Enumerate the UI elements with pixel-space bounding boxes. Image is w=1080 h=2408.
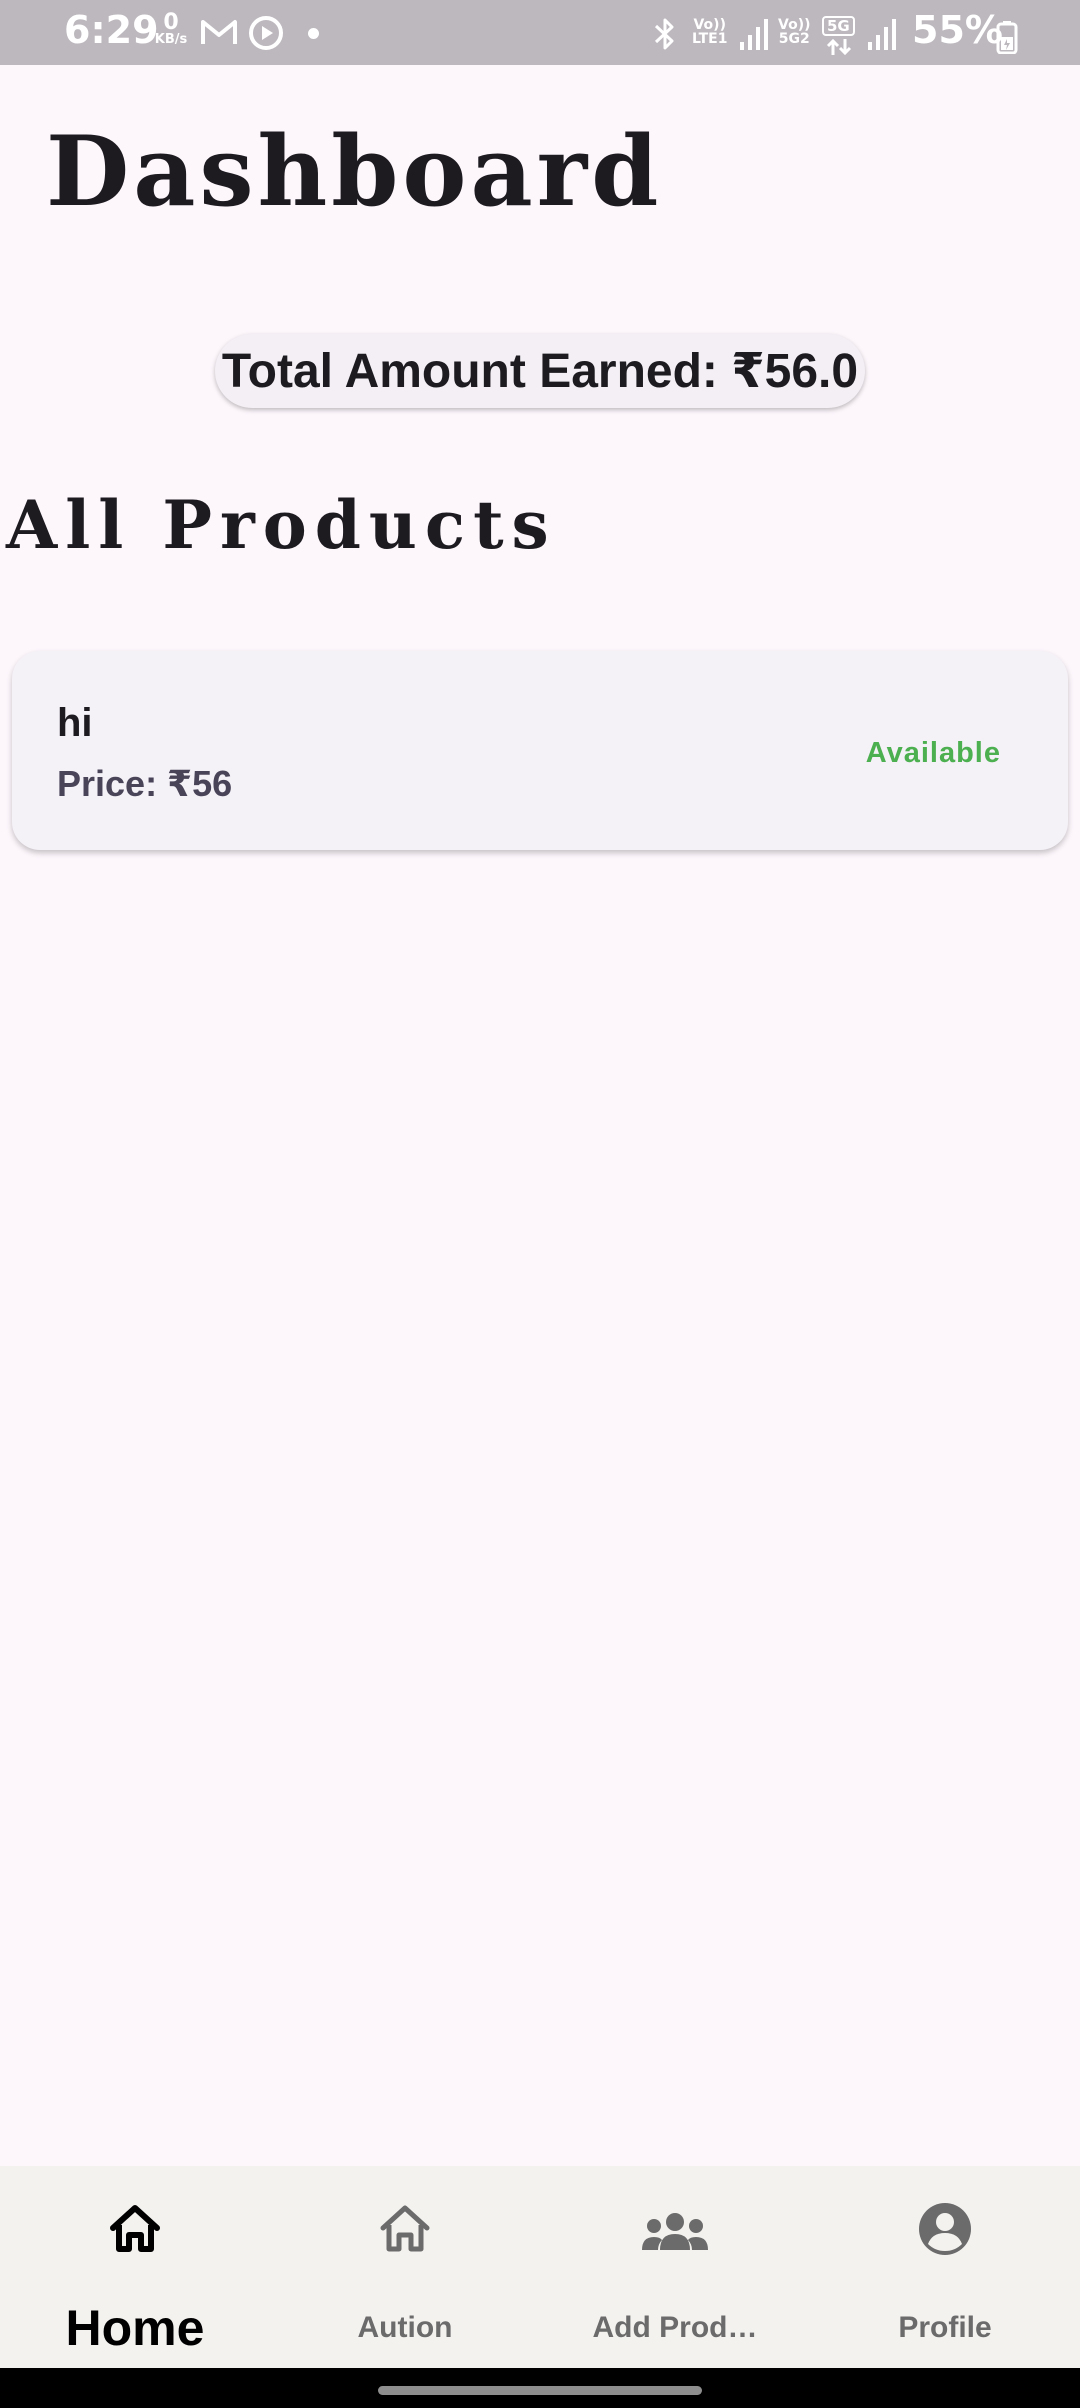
nav-label-profile: Profile	[898, 2311, 992, 2344]
battery-icon	[996, 21, 1018, 54]
nav-item-profile[interactable]: Profile	[810, 2166, 1080, 2368]
notification-dot-icon	[308, 28, 319, 39]
signal-icon	[740, 19, 768, 50]
network-type-badge: 5G	[822, 16, 855, 36]
media-icon	[249, 16, 283, 50]
product-status-badge: Available	[865, 737, 1001, 769]
battery-percentage: 55%	[912, 8, 1003, 52]
gmail-icon	[201, 20, 237, 44]
home-icon	[110, 2205, 160, 2252]
nav-label-aution: Aution	[357, 2311, 453, 2344]
data-arrows-icon	[826, 38, 852, 56]
nav-label-home: Home	[65, 2300, 205, 2356]
account-circle-icon	[919, 2203, 971, 2255]
home-outline-icon	[380, 2205, 430, 2252]
page-title: Dashboard	[46, 115, 663, 228]
product-card[interactable]: hi Price: ₹56 Available	[12, 651, 1068, 850]
system-navigation-bar	[0, 2368, 1080, 2408]
nav-label-add-product: Add Prod…	[592, 2311, 758, 2344]
nav-item-aution[interactable]: Aution	[270, 2166, 540, 2368]
status-bar: 6:29 0 KB/s Vo)) LTE1 Vo)) 5G2 5G 55%	[0, 0, 1080, 65]
nav-item-add-product[interactable]: Add Prod…	[540, 2166, 810, 2368]
signal-icon-2	[868, 19, 896, 50]
product-name: hi	[57, 701, 93, 745]
product-price: Price: ₹56	[57, 763, 233, 804]
bottom-navigation: Home Aution Add Prod… Profile	[0, 2166, 1080, 2368]
home-gesture-indicator[interactable]	[378, 2386, 702, 2395]
network-speed: 0 KB/s	[154, 10, 188, 48]
groups-icon	[642, 2213, 708, 2250]
section-title-all-products: All Products	[6, 486, 557, 564]
status-time: 6:29	[64, 8, 159, 52]
total-earned-chip: Total Amount Earned: ₹56.0	[215, 334, 865, 408]
nav-item-home[interactable]: Home	[0, 2166, 270, 2368]
bluetooth-icon	[654, 18, 674, 50]
